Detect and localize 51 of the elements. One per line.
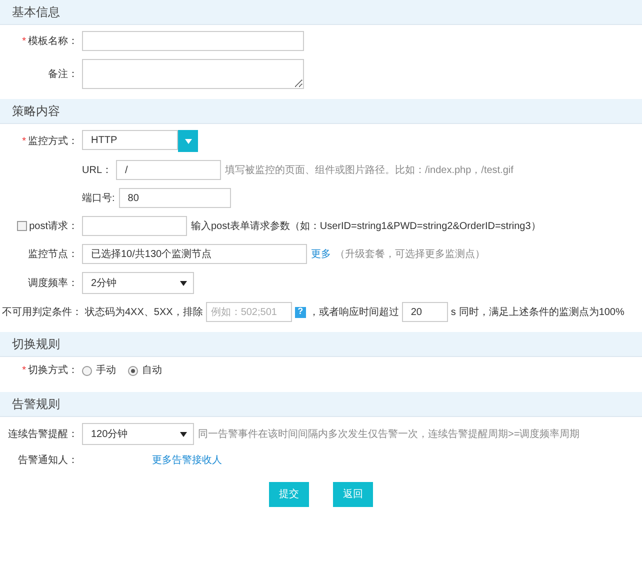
caret-icon <box>184 138 192 144</box>
condition-text: 状态码为4XX、5XX，排除 <box>85 306 203 320</box>
field-label: 不可用判定条件： <box>2 306 82 320</box>
required-mark: * <box>22 34 26 48</box>
field-label: 监控节点： <box>28 248 78 262</box>
radio-button[interactable] <box>128 366 138 376</box>
text-field[interactable]: 已选择10/共130个监测节点 <box>82 244 307 264</box>
field-label: 连续告警提醒： <box>8 428 78 442</box>
text-field[interactable]: 80 <box>118 188 231 208</box>
select-value: 2分钟 <box>91 276 117 290</box>
more-link[interactable]: 更多告警接收人 <box>152 453 222 468</box>
select-field[interactable]: HTTP <box>82 130 178 150</box>
section-header: 基本信息 <box>0 0 642 25</box>
hint-text: 同一告警事件在该时间间隔内多次发生仅告警一次，连续告警提醒周期>=调度频率周期 <box>198 428 581 442</box>
text-field[interactable]: / <box>116 160 222 180</box>
text-area[interactable] <box>82 59 304 89</box>
checkbox[interactable] <box>17 221 28 231</box>
condition-text: 同时，满足上述条件的监测点为100% <box>458 306 624 320</box>
field-label: 调度频率： <box>28 276 78 290</box>
exclude-field[interactable]: 例如：502;501 <box>206 302 292 322</box>
caret-icon <box>180 432 187 436</box>
dropdown-button[interactable] <box>178 130 198 152</box>
hint-text: 填写被监控的页面、组件或图片路径。比如：/index.php，/test.gif <box>225 164 514 178</box>
condition-text: ，或者响应时间超过 <box>308 306 399 320</box>
field-label: post请求： <box>29 220 78 234</box>
more-link[interactable]: 更多 <box>311 246 331 262</box>
select-value: 120分钟 <box>91 428 128 442</box>
unit-text: s <box>450 306 456 320</box>
field-label: 监控方式： <box>28 134 78 148</box>
text-field[interactable] <box>82 216 187 236</box>
field-label: 切换方式： <box>28 364 78 378</box>
select-field[interactable]: 2分钟 <box>82 272 194 294</box>
section-header: 策略内容 <box>0 99 642 124</box>
required-mark: * <box>22 134 26 148</box>
timeout-field[interactable]: 20 <box>402 302 448 322</box>
field-label: 模板名称： <box>28 34 78 48</box>
field-label: 备注： <box>48 68 78 82</box>
radio-button[interactable] <box>82 366 92 376</box>
field-label: URL： <box>82 164 112 178</box>
section-header: 告警规则 <box>0 392 642 417</box>
select-field[interactable]: 120分钟 <box>82 423 194 445</box>
section-header: 切换规则 <box>0 332 642 357</box>
hint-text: 输入post表单请求参数（如：UserID=string1&PWD=string2&OrderID=string3） <box>191 220 541 234</box>
radio-label: 手动 <box>96 364 116 378</box>
hint-text: （升级套餐，可选择更多监测点） <box>335 248 485 262</box>
field-label: 告警通知人： <box>18 454 78 468</box>
radio-label: 自动 <box>142 364 162 378</box>
text-field[interactable] <box>82 31 304 51</box>
caret-icon <box>180 280 187 286</box>
required-mark: * <box>22 364 26 378</box>
field-label: 端口号: <box>82 192 115 206</box>
